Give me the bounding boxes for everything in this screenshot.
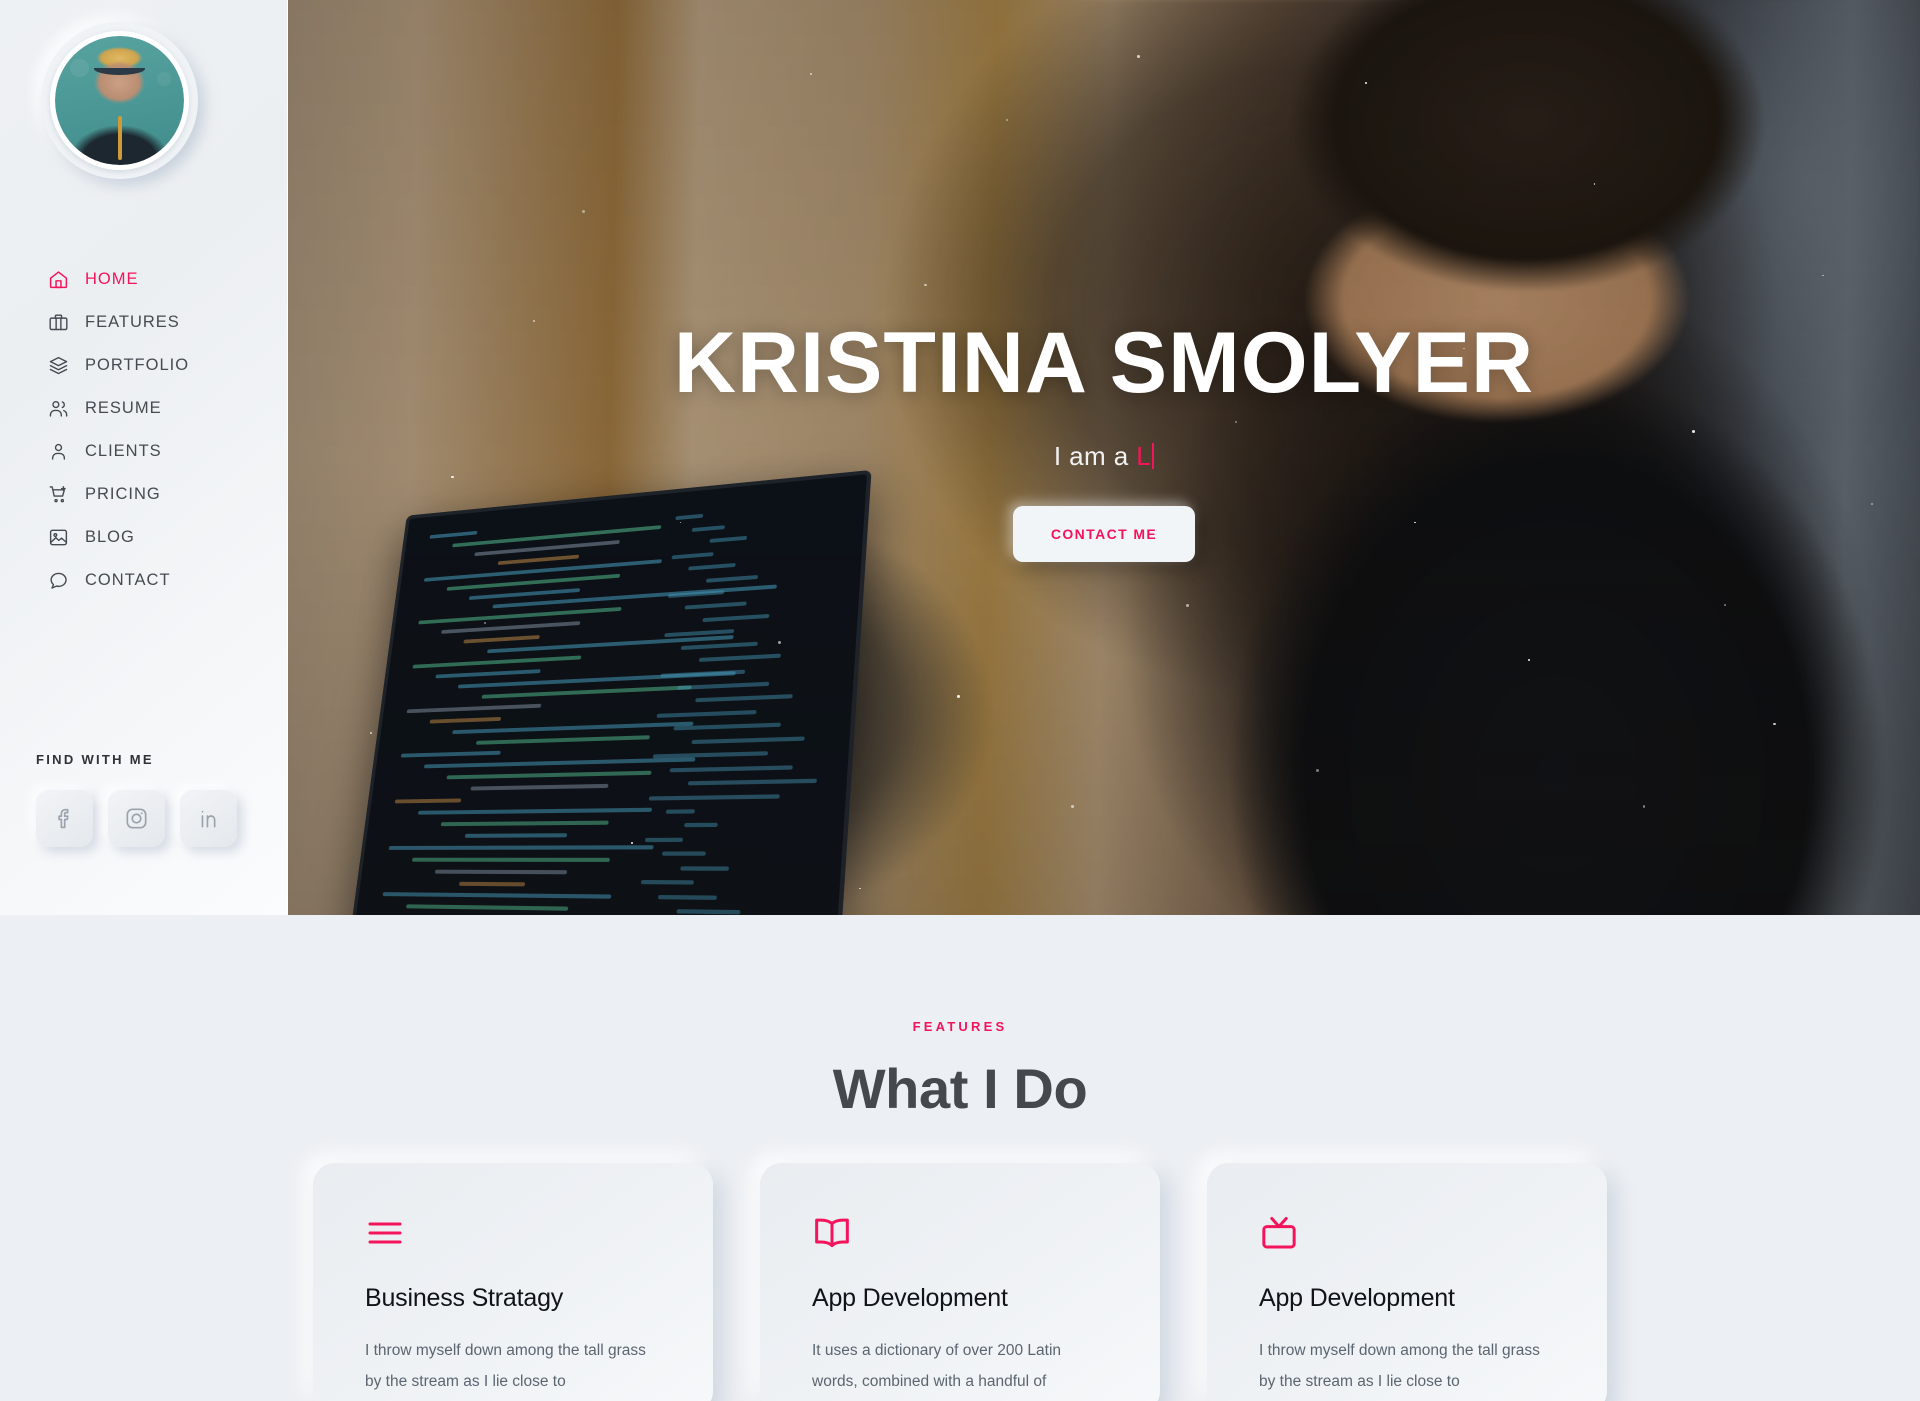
- hero-content: KRISTINA SMOLYER I am a L CONTACT ME: [288, 318, 1920, 562]
- feature-card[interactable]: App Development It uses a dictionary of …: [760, 1163, 1160, 1401]
- contact-me-button[interactable]: CONTACT ME: [1013, 506, 1195, 562]
- sidebar-item-label: PORTFOLIO: [85, 357, 189, 374]
- page-title: KRISTINA SMOLYER: [288, 318, 1920, 409]
- feature-card[interactable]: App Development I throw myself down amon…: [1207, 1163, 1607, 1401]
- hero-section: KRISTINA SMOLYER I am a L CONTACT ME: [288, 0, 1920, 915]
- sidebar: HOME FEATURES PORTFOLIO RESUME CLIENTS P…: [0, 0, 288, 915]
- features-title: What I Do: [0, 1056, 1920, 1121]
- typing-caret: [1152, 443, 1154, 469]
- sidebar-item-label: BLOG: [85, 529, 135, 546]
- menu-lines-icon: [365, 1213, 661, 1255]
- feature-card-title: App Development: [812, 1284, 1108, 1313]
- avatar-ring: [50, 31, 189, 170]
- sidebar-item-label: PRICING: [85, 486, 161, 503]
- sidebar-item-label: FEATURES: [85, 314, 180, 331]
- sidebar-item-label: RESUME: [85, 400, 162, 417]
- features-section: FEATURES What I Do Business Stratagy I t…: [0, 915, 1920, 1401]
- home-icon: [48, 269, 69, 290]
- sidebar-item-blog[interactable]: BLOG: [0, 516, 288, 559]
- sidebar-item-contact[interactable]: CONTACT: [0, 559, 288, 602]
- hero-subtitle: I am a L: [288, 441, 1920, 472]
- sidebar-item-label: CONTACT: [85, 572, 171, 589]
- user-icon: [48, 441, 69, 462]
- social-link-linkedin[interactable]: [180, 790, 237, 847]
- feature-card-list: Business Stratagy I throw myself down am…: [0, 1163, 1920, 1401]
- feature-card-text: It uses a dictionary of over 200 Latin w…: [812, 1335, 1108, 1397]
- sidebar-item-portfolio[interactable]: PORTFOLIO: [0, 344, 288, 387]
- briefcase-icon: [48, 312, 69, 333]
- sidebar-item-features[interactable]: FEATURES: [0, 301, 288, 344]
- hero-subtitle-typed: L: [1136, 441, 1151, 471]
- avatar-photo: [55, 36, 184, 165]
- social-link-instagram[interactable]: [108, 790, 165, 847]
- sidebar-item-home[interactable]: HOME: [0, 258, 288, 301]
- cart-icon: [48, 484, 69, 505]
- feature-card[interactable]: Business Stratagy I throw myself down am…: [313, 1163, 713, 1401]
- avatar: [41, 22, 198, 179]
- hero-subtitle-prefix: I am a: [1054, 441, 1136, 471]
- image-icon: [48, 527, 69, 548]
- feature-card-title: App Development: [1259, 1284, 1555, 1313]
- feature-card-text: I throw myself down among the tall grass…: [365, 1335, 661, 1397]
- tv-icon: [1259, 1213, 1555, 1255]
- chat-icon: [48, 570, 69, 591]
- feature-card-text: I throw myself down among the tall grass…: [1259, 1335, 1555, 1397]
- sidebar-item-pricing[interactable]: PRICING: [0, 473, 288, 516]
- users-icon: [48, 398, 69, 419]
- sidebar-item-label: HOME: [85, 271, 139, 288]
- find-with-me-label: FIND WITH ME: [36, 752, 154, 767]
- open-book-icon: [812, 1213, 1108, 1255]
- social-link-facebook[interactable]: [36, 790, 93, 847]
- facebook-icon: [52, 806, 77, 831]
- portfolio-page: HOME FEATURES PORTFOLIO RESUME CLIENTS P…: [0, 0, 1920, 1401]
- social-links: [36, 790, 237, 847]
- sidebar-item-label: CLIENTS: [85, 443, 162, 460]
- features-eyebrow: FEATURES: [0, 1019, 1920, 1034]
- sidebar-item-resume[interactable]: RESUME: [0, 387, 288, 430]
- main-navigation: HOME FEATURES PORTFOLIO RESUME CLIENTS P…: [0, 258, 288, 602]
- layers-icon: [48, 355, 69, 376]
- instagram-icon: [124, 806, 149, 831]
- linkedin-icon: [196, 806, 221, 831]
- sidebar-item-clients[interactable]: CLIENTS: [0, 430, 288, 473]
- feature-card-title: Business Stratagy: [365, 1284, 661, 1313]
